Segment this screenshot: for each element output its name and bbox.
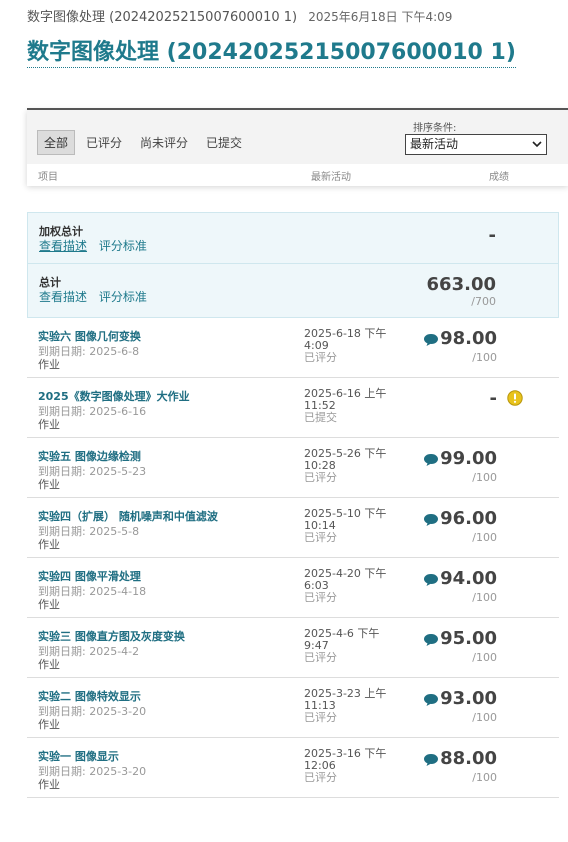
weighted-total-links: 查看描述 评分标准 bbox=[39, 237, 155, 254]
course-name-small: 数字图像处理 (20242025215007600010 1) bbox=[27, 10, 298, 25]
view-description-link[interactable]: 查看描述 bbox=[39, 239, 87, 253]
item-type: 作业 bbox=[38, 418, 60, 431]
grade-row: 2025《数字图像处理》大作业 到期日期: 2025-6-16 作业 2025-… bbox=[27, 378, 559, 438]
grade-row: 实验六 图像几何变换 到期日期: 2025-6-8 作业 2025-6-18 下… bbox=[27, 318, 559, 378]
item-type: 作业 bbox=[38, 478, 60, 491]
filter-tabs: 全部 已评分 尚未评分 已提交 bbox=[37, 130, 249, 155]
filter-ungraded-button[interactable]: 尚未评分 bbox=[133, 130, 195, 155]
assignment-name[interactable]: 实验一 图像显示 bbox=[38, 748, 119, 764]
total-score: 663.00 bbox=[426, 274, 496, 295]
activity-status: 已评分 bbox=[304, 591, 337, 604]
column-header-activity: 最新活动 bbox=[311, 172, 351, 183]
current-date: 2025年6月18日 下午4:09 bbox=[308, 10, 453, 24]
activity-status: 已评分 bbox=[304, 711, 337, 724]
column-header-grade: 成绩 bbox=[489, 172, 509, 183]
score-denominator: /100 bbox=[472, 351, 497, 364]
page-title[interactable]: 数字图像处理 (20242025215007600010 1) bbox=[27, 39, 516, 68]
assignment-name[interactable]: 实验四 图像平滑处理 bbox=[38, 568, 141, 584]
comment-icon[interactable] bbox=[423, 632, 439, 646]
score: 93.00 bbox=[440, 688, 497, 709]
grade-row: 实验三 图像直方图及灰度变换 到期日期: 2025-4-2 作业 2025-4-… bbox=[27, 618, 559, 678]
latest-activity: 2025-6-16 上午 11:52 已提交 bbox=[304, 388, 394, 424]
activity-status: 已提交 bbox=[304, 411, 337, 424]
item-type: 作业 bbox=[38, 358, 60, 371]
latest-activity: 2025-5-26 下午 10:28 已评分 bbox=[304, 448, 394, 484]
latest-activity: 2025-6-18 下午 4:09 已评分 bbox=[304, 328, 394, 364]
latest-activity: 2025-4-6 下午 9:47 已评分 bbox=[304, 628, 394, 664]
assignment-name[interactable]: 实验五 图像边缘检测 bbox=[38, 448, 141, 464]
score-denominator: /100 bbox=[472, 591, 497, 604]
activity-status: 已评分 bbox=[304, 771, 337, 784]
grade-row: 实验四（扩展） 随机噪声和中值滤波 到期日期: 2025-5-8 作业 2025… bbox=[27, 498, 559, 558]
assignment-name[interactable]: 实验二 图像特效显示 bbox=[38, 688, 141, 704]
exclamation-alert-icon[interactable] bbox=[507, 390, 523, 406]
score: - bbox=[489, 388, 497, 409]
score: 98.00 bbox=[440, 328, 497, 349]
column-header-item: 项目 bbox=[38, 172, 58, 183]
comment-icon[interactable] bbox=[423, 752, 439, 766]
activity-status: 已评分 bbox=[304, 351, 337, 364]
score: 88.00 bbox=[440, 748, 497, 769]
grade-row: 实验四 图像平滑处理 到期日期: 2025-4-18 作业 2025-4-20 … bbox=[27, 558, 559, 618]
assignment-name[interactable]: 实验六 图像几何变换 bbox=[38, 328, 141, 344]
score: 96.00 bbox=[440, 508, 497, 529]
latest-activity: 2025-3-23 上午 11:13 已评分 bbox=[304, 688, 394, 724]
rubric-link[interactable]: 评分标准 bbox=[99, 290, 147, 304]
latest-activity: 2025-5-10 下午 10:14 已评分 bbox=[304, 508, 394, 544]
chevron-down-icon bbox=[532, 135, 542, 160]
item-type: 作业 bbox=[38, 658, 60, 671]
activity-status: 已评分 bbox=[304, 531, 337, 544]
total-row: 总计 查看描述 评分标准 663.00 /700 bbox=[27, 263, 559, 318]
comment-icon[interactable] bbox=[423, 512, 439, 526]
latest-activity: 2025-4-20 下午 6:03 已评分 bbox=[304, 568, 394, 604]
filter-submitted-button[interactable]: 已提交 bbox=[199, 130, 249, 155]
comment-icon[interactable] bbox=[423, 332, 439, 346]
column-headers: 项目 最新活动 成绩 bbox=[27, 164, 568, 186]
comment-icon[interactable] bbox=[423, 452, 439, 466]
activity-status: 已评分 bbox=[304, 471, 337, 484]
item-type: 作业 bbox=[38, 718, 60, 731]
item-type: 作业 bbox=[38, 538, 60, 551]
assignment-name[interactable]: 实验四（扩展） 随机噪声和中值滤波 bbox=[38, 508, 218, 524]
score-denominator: /100 bbox=[472, 711, 497, 724]
score-denominator: /100 bbox=[472, 771, 497, 784]
score: 94.00 bbox=[440, 568, 497, 589]
total-denominator: /700 bbox=[471, 295, 496, 308]
comment-icon[interactable] bbox=[423, 692, 439, 706]
activity-status: 已评分 bbox=[304, 651, 337, 664]
comment-icon[interactable] bbox=[423, 572, 439, 586]
item-type: 作业 bbox=[38, 778, 60, 791]
score-denominator: /100 bbox=[472, 651, 497, 664]
filter-panel: 全部 已评分 尚未评分 已提交 排序条件: 最新活动 项目 最新活动 成绩 bbox=[27, 108, 568, 186]
item-type: 作业 bbox=[38, 598, 60, 611]
weighted-total-score: - bbox=[488, 225, 496, 246]
filter-all-button[interactable]: 全部 bbox=[37, 130, 76, 155]
sort-label: 排序条件: bbox=[413, 123, 457, 134]
grade-row: 实验五 图像边缘检测 到期日期: 2025-5-23 作业 2025-5-26 … bbox=[27, 438, 559, 498]
rubric-link[interactable]: 评分标准 bbox=[99, 239, 147, 253]
view-description-link[interactable]: 查看描述 bbox=[39, 290, 87, 304]
assignment-name[interactable]: 实验三 图像直方图及灰度变换 bbox=[38, 628, 185, 644]
score-denominator: /100 bbox=[472, 531, 497, 544]
header-line: 数字图像处理 (20242025215007600010 1) 2025年6月1… bbox=[27, 6, 452, 25]
score: 99.00 bbox=[440, 448, 497, 469]
filter-graded-button[interactable]: 已评分 bbox=[79, 130, 129, 155]
grade-row: 实验二 图像特效显示 到期日期: 2025-3-20 作业 2025-3-23 … bbox=[27, 678, 559, 738]
total-links: 查看描述 评分标准 bbox=[39, 288, 155, 305]
weighted-total-row: 加权总计 查看描述 评分标准 - bbox=[27, 212, 559, 264]
grade-row: 实验一 图像显示 到期日期: 2025-3-20 作业 2025-3-16 下午… bbox=[27, 738, 559, 798]
sort-select[interactable]: 最新活动 bbox=[405, 134, 547, 155]
score-denominator: /100 bbox=[472, 471, 497, 484]
assignment-name[interactable]: 2025《数字图像处理》大作业 bbox=[38, 388, 190, 404]
score: 95.00 bbox=[440, 628, 497, 649]
latest-activity: 2025-3-16 下午 12:06 已评分 bbox=[304, 748, 394, 784]
sort-selected-value: 最新活动 bbox=[410, 137, 459, 151]
